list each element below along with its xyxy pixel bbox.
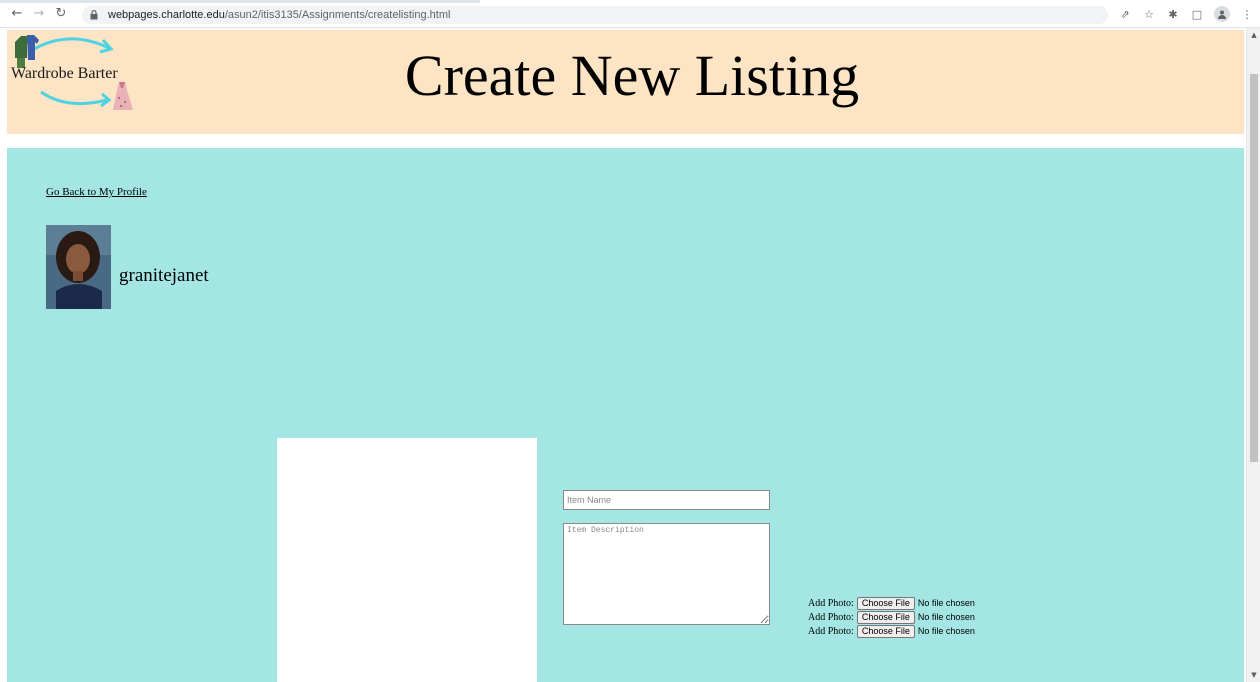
file-status: No file chosen: [917, 626, 975, 636]
vertical-scrollbar[interactable]: ▲ ▼: [1246, 28, 1260, 682]
more-icon[interactable]: ⋮: [1240, 8, 1254, 21]
back-arrow-icon[interactable]: ←: [6, 3, 28, 25]
add-photo-label: Add Photo:: [808, 611, 854, 623]
choose-file-button[interactable]: Choose File: [856, 624, 915, 638]
forward-arrow-icon[interactable]: →: [28, 3, 50, 25]
photo-upload-group: Add Photo: Choose File No file chosen Ad…: [808, 596, 1008, 638]
site-header: Wardrobe Barter Create New Listing: [7, 30, 1244, 134]
share-icon[interactable]: ⇗: [1118, 8, 1132, 21]
choose-file-button[interactable]: Choose File: [856, 596, 915, 610]
add-photo-label: Add Photo:: [808, 625, 854, 637]
tab-strip: [0, 0, 480, 3]
browser-actions: ⇗ ☆ ✱ □ ⋮: [1118, 5, 1254, 23]
add-photo-label: Add Photo:: [808, 597, 854, 609]
profile-icon[interactable]: [1214, 6, 1230, 22]
photo-preview-area: [277, 438, 537, 682]
reload-icon[interactable]: ↻: [50, 3, 72, 25]
side-panel-icon[interactable]: □: [1190, 8, 1204, 21]
scroll-down-arrow-icon[interactable]: ▼: [1247, 668, 1260, 682]
photo-upload-row: Add Photo: Choose File No file chosen: [808, 610, 1008, 624]
extensions-icon[interactable]: ✱: [1166, 8, 1180, 21]
page-title: Create New Listing: [404, 43, 860, 108]
back-to-profile-link[interactable]: Go Back to My Profile: [46, 186, 147, 198]
address-bar[interactable]: webpages.charlotte.edu/asun2/itis3135/As…: [82, 6, 1108, 24]
item-name-input[interactable]: [563, 490, 770, 510]
file-status: No file chosen: [917, 612, 975, 622]
choose-file-button[interactable]: Choose File: [856, 610, 915, 624]
file-status: No file chosen: [917, 598, 975, 608]
page-viewport: Wardrobe Barter Create New Listing Go Ba…: [0, 28, 1260, 682]
star-icon[interactable]: ☆: [1142, 8, 1156, 21]
lock-icon[interactable]: [90, 9, 100, 21]
scrollbar-thumb[interactable]: [1250, 74, 1258, 462]
scroll-up-arrow-icon[interactable]: ▲: [1247, 28, 1260, 42]
photo-upload-row: Add Photo: Choose File No file chosen: [808, 624, 1008, 638]
photo-upload-row: Add Photo: Choose File No file chosen: [808, 596, 1008, 610]
browser-toolbar: ← → ↻ webpages.charlotte.edu/asun2/itis3…: [0, 0, 1260, 28]
main-content: Go Back to My Profile granitejanet Add P…: [7, 148, 1244, 682]
item-description-input[interactable]: [563, 523, 770, 625]
username: granitejanet: [119, 265, 209, 286]
profile-photo: [46, 225, 111, 309]
url-text: webpages.charlotte.edu/asun2/itis3135/As…: [108, 9, 451, 21]
